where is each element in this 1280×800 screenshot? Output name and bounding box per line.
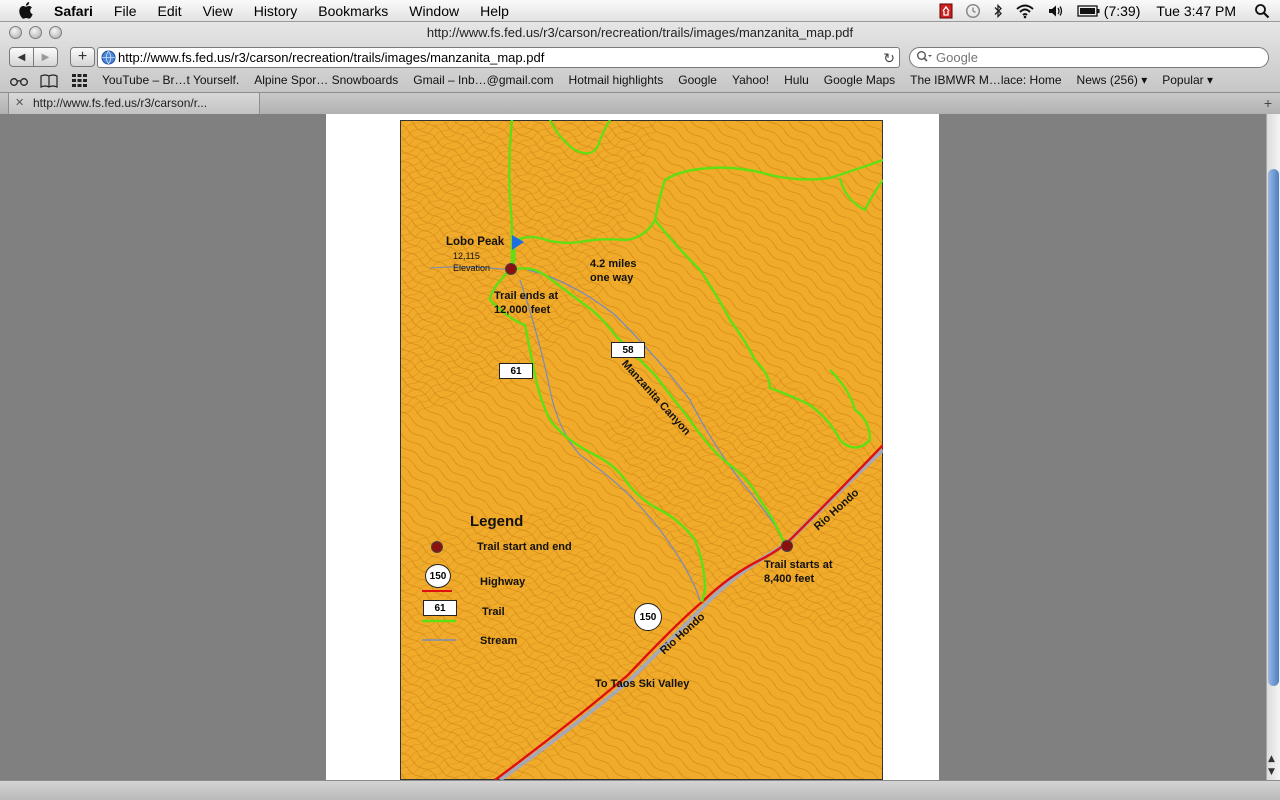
battery-time: (7:39) <box>1103 3 1141 19</box>
bookmark-item[interactable]: Google <box>678 73 717 87</box>
close-tab-icon[interactable]: ✕ <box>15 96 24 109</box>
wifi-icon[interactable] <box>1015 3 1035 19</box>
search-icon <box>917 51 932 62</box>
menu-bookmarks[interactable]: Bookmarks <box>318 2 388 20</box>
vertical-scrollbar[interactable]: ▲ ▼ <box>1266 114 1280 780</box>
tab-strip: ✕ http://www.fs.fed.us/r3/carson/r... + <box>0 92 1280 114</box>
trail-end-elevation: 12,000 feet <box>494 304 551 316</box>
bookmark-item[interactable]: Gmail – Inb…@gmail.com <box>413 73 553 87</box>
new-tab-icon[interactable]: + <box>1264 95 1272 111</box>
globe-icon <box>101 50 116 65</box>
reload-icon[interactable]: ↻ <box>883 50 895 67</box>
menubar-clock[interactable]: Tue 3:47 PM <box>1156 2 1236 20</box>
battery-icon[interactable] <box>1077 4 1101 18</box>
plus-icon: + <box>77 48 88 65</box>
back-arrow-icon: ◀ <box>17 51 26 63</box>
elevation-value: 12,115 <box>453 251 480 261</box>
legend-trail-marker: 61 <box>423 600 457 616</box>
browser-toolbar: http://www.fs.fed.us/r3/carson/recreatio… <box>0 22 1280 114</box>
apple-menu-icon[interactable] <box>18 1 36 19</box>
tab-current[interactable]: ✕ http://www.fs.fed.us/r3/carson/r... <box>8 93 260 114</box>
highway-150-shield: 150 <box>634 603 662 631</box>
menu-window[interactable]: Window <box>409 2 459 20</box>
forward-button[interactable]: ▶ <box>33 47 58 67</box>
status-bar <box>0 780 1280 800</box>
legend-title: Legend <box>470 513 524 530</box>
scroll-down-arrow-icon[interactable]: ▼ <box>1268 767 1275 777</box>
menu-file[interactable]: File <box>114 2 137 20</box>
book-icon[interactable] <box>40 74 58 88</box>
bookmark-item[interactable]: Yahoo! <box>732 73 769 87</box>
window-title: http://www.fs.fed.us/r3/carson/recreatio… <box>426 25 854 40</box>
trail-map: Lobo Peak 12,115 Elevation 4.2 miles one… <box>400 120 883 780</box>
spotlight-icon[interactable] <box>1254 3 1270 19</box>
bookmarks-bar: YouTube – Br…t Yourself. Alpine Spor… Sn… <box>0 72 1280 90</box>
trail-61-marker: 61 <box>499 363 533 379</box>
trail-58-marker: 58 <box>611 342 645 358</box>
menu-bar: Safari File Edit View History Bookmarks … <box>0 0 1280 22</box>
trail-end-label: Trail ends at <box>494 290 559 302</box>
taos-ski-valley-label: To Taos Ski Valley <box>595 678 690 690</box>
legend-highway-shield: 150 <box>425 564 451 588</box>
bluetooth-icon[interactable] <box>993 3 1003 19</box>
time-machine-icon[interactable] <box>965 3 981 19</box>
reading-glasses-icon[interactable] <box>9 76 29 86</box>
trail-start-marker <box>781 540 793 552</box>
menu-history[interactable]: History <box>254 2 298 20</box>
address-bar[interactable]: http://www.fs.fed.us/r3/carson/recreatio… <box>97 47 900 68</box>
bookmark-item[interactable]: Hulu <box>784 73 809 87</box>
distance-label: 4.2 miles <box>590 258 637 270</box>
menu-view[interactable]: View <box>203 2 233 20</box>
legend-stream-label: Stream <box>480 635 518 647</box>
legend-trail-label: Trail <box>482 606 505 618</box>
menu-app-name[interactable]: Safari <box>54 2 93 20</box>
bookmark-item[interactable]: The IBMWR M…lace: Home <box>910 73 1061 87</box>
menu-help[interactable]: Help <box>480 2 509 20</box>
scroll-thumb[interactable] <box>1268 169 1279 686</box>
tab-title: http://www.fs.fed.us/r3/carson/r... <box>33 96 208 110</box>
volume-icon[interactable] <box>1047 3 1065 19</box>
forward-arrow-icon: ▶ <box>41 51 50 63</box>
elevation-label: Elevation <box>453 263 491 273</box>
scroll-up-arrow-icon[interactable]: ▲ <box>1268 754 1275 764</box>
trail-start-label: Trail starts at <box>764 559 833 571</box>
bookmark-item[interactable]: Popular ▾ <box>1162 73 1213 87</box>
trail-start-elevation: 8,400 feet <box>764 573 815 585</box>
bookmark-item[interactable]: YouTube – Br…t Yourself. <box>102 73 239 87</box>
top-sites-grid-icon[interactable] <box>72 74 87 87</box>
lobo-peak-label: Lobo Peak <box>446 236 505 248</box>
search-input[interactable] <box>936 49 1256 65</box>
legend-trailhead-icon <box>431 541 443 553</box>
parental-icon[interactable] <box>939 3 953 19</box>
trail-end-marker <box>505 263 517 275</box>
search-field[interactable] <box>909 47 1269 68</box>
legend-trail-start-label: Trail start and end <box>477 541 572 553</box>
distance-label-2: one way <box>590 272 634 284</box>
bookmark-item[interactable]: Alpine Spor… Snowboards <box>254 73 398 87</box>
legend-highway-label: Highway <box>480 576 526 588</box>
bookmark-item[interactable]: Google Maps <box>824 73 895 87</box>
back-button[interactable]: ◀ <box>9 47 34 67</box>
url-text: http://www.fs.fed.us/r3/carson/recreatio… <box>118 50 545 65</box>
bookmark-item[interactable]: Hotmail highlights <box>569 73 664 87</box>
menu-edit[interactable]: Edit <box>157 2 181 20</box>
add-bookmark-button[interactable]: + <box>70 47 95 67</box>
bookmark-item[interactable]: News (256) ▾ <box>1077 73 1148 87</box>
